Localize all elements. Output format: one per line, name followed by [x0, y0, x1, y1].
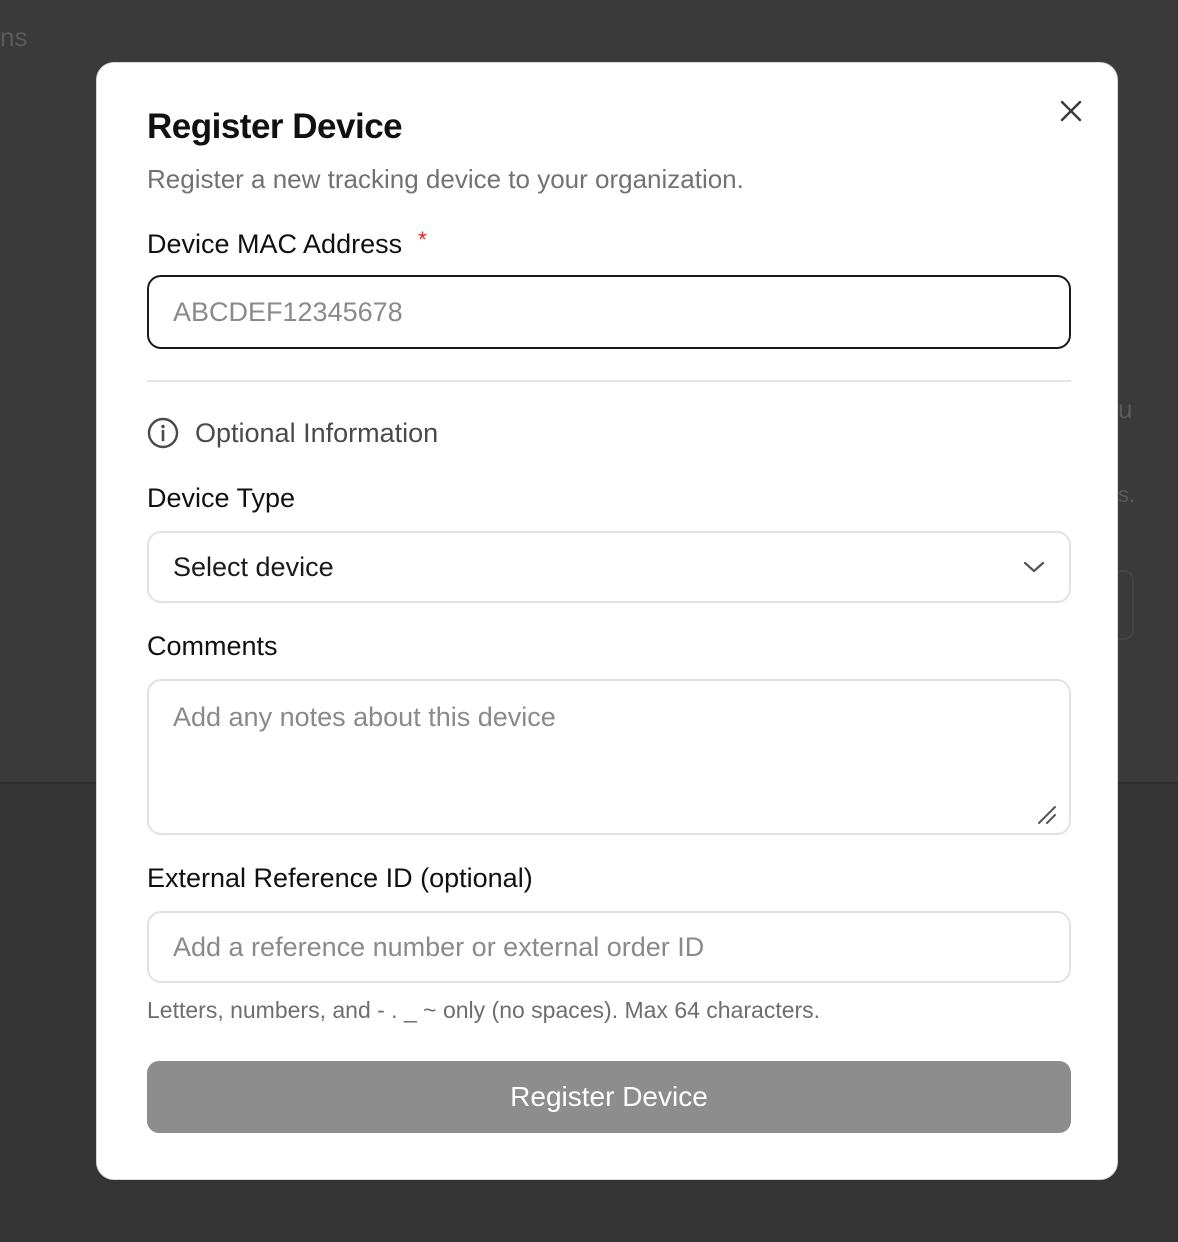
mac-address-label: Device MAC Address * — [147, 227, 427, 260]
mac-address-input[interactable] — [147, 275, 1071, 349]
chevron-down-icon — [1023, 561, 1045, 573]
register-device-dialog: Register Device Register a new tracking … — [96, 62, 1118, 1180]
dialog-title: Register Device — [147, 107, 403, 146]
device-type-label: Device Type — [147, 483, 296, 513]
info-icon — [147, 417, 179, 449]
optional-information-header: Optional Information — [147, 417, 438, 449]
comments-textarea[interactable] — [147, 679, 1071, 835]
external-reference-hint: Letters, numbers, and - . _ ~ only (no s… — [147, 997, 821, 1023]
dialog-subtitle: Register a new tracking device to your o… — [147, 164, 744, 194]
close-icon — [1060, 100, 1082, 122]
comments-label: Comments — [147, 631, 278, 661]
section-divider — [147, 380, 1071, 382]
device-type-selected-value: Select device — [173, 551, 334, 582]
optional-information-label: Optional Information — [195, 417, 439, 448]
background-text: u — [1118, 394, 1133, 424]
external-reference-input[interactable] — [147, 911, 1071, 983]
background-text: s. — [1118, 482, 1136, 507]
register-device-button[interactable]: Register Device — [147, 1061, 1071, 1133]
device-type-select[interactable]: Select device — [147, 531, 1071, 603]
required-asterisk: * — [418, 227, 427, 252]
external-reference-label: External Reference ID (optional) — [147, 863, 533, 893]
resize-handle-icon[interactable] — [1035, 803, 1057, 825]
mac-address-label-text: Device MAC Address — [147, 229, 403, 259]
close-button[interactable] — [1055, 95, 1087, 127]
background-text: ns — [0, 22, 28, 52]
